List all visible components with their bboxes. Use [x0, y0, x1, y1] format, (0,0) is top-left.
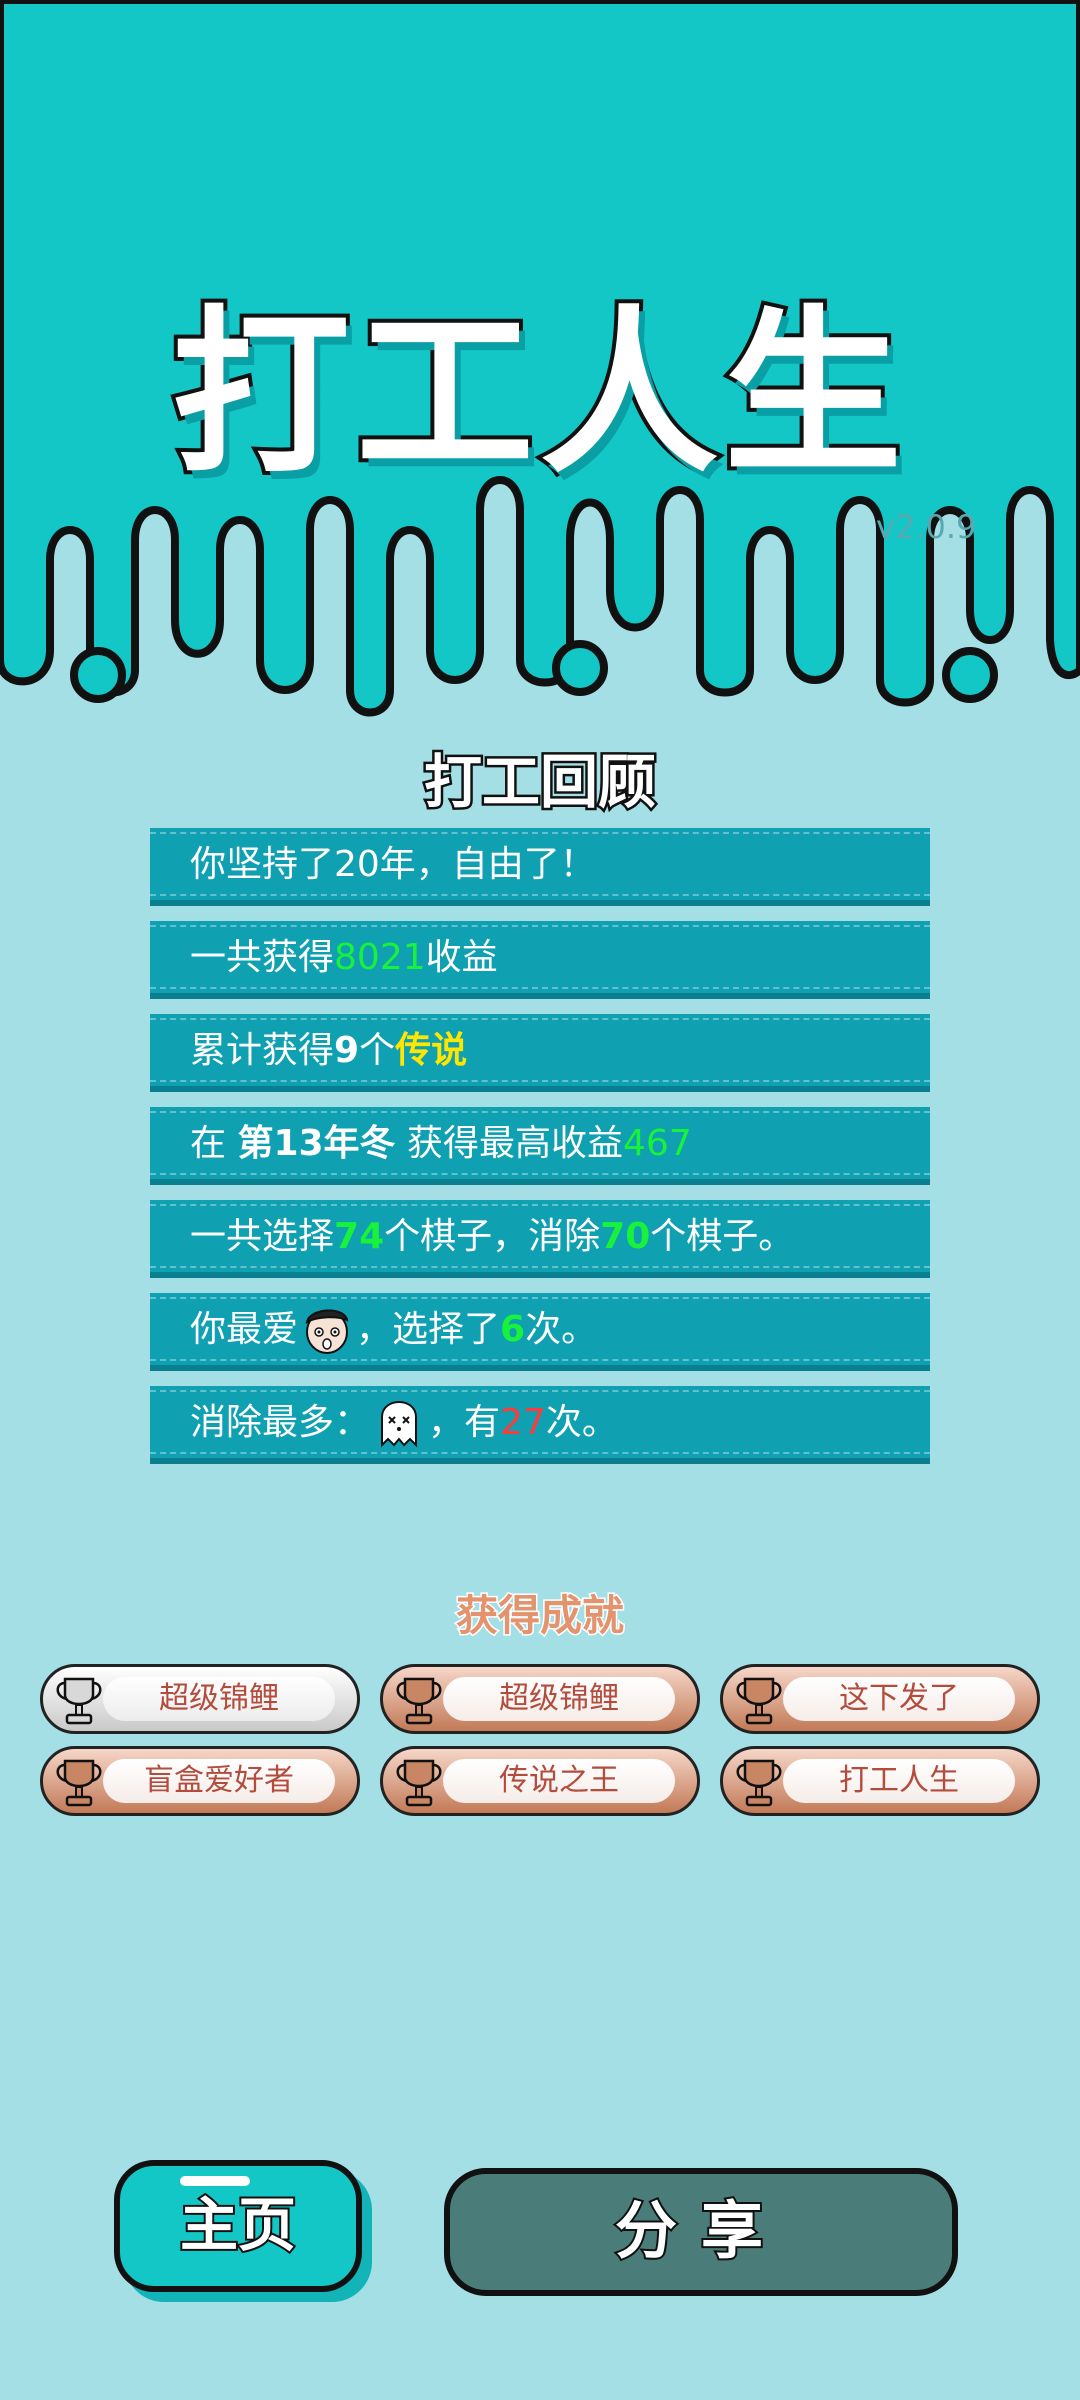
achievement-label: 传说之王 [443, 1759, 675, 1803]
stat-value: 467 [623, 1123, 692, 1164]
stat-value: 74 [334, 1216, 385, 1257]
achievement-label: 打工人生 [783, 1759, 1015, 1803]
stat-text: 一共选择 [190, 1216, 335, 1257]
share-button[interactable]: 分享 [444, 2168, 958, 2296]
stat-value: 8021 [334, 937, 426, 978]
stat-row-income: 一共获得8021收益 [150, 921, 930, 999]
achievement-badge: 超级锦鲤 [40, 1664, 360, 1734]
stat-row-years: 你坚持了20年，自由了！ [150, 828, 930, 906]
stat-text: 累计获得 [190, 1030, 335, 1071]
stat-text: ，有 [428, 1402, 501, 1443]
achievement-label: 超级锦鲤 [443, 1677, 675, 1721]
achievement-badge: 传说之王 [380, 1746, 700, 1816]
stat-text: 在 [190, 1123, 238, 1164]
trophy-icon [396, 1677, 442, 1725]
stat-row-legend: 累计获得9个传说 [150, 1014, 930, 1092]
trophy-icon [56, 1759, 102, 1807]
stat-text: 个 [359, 1030, 396, 1071]
trophy-icon [56, 1677, 102, 1725]
trophy-icon [736, 1759, 782, 1807]
stat-text: 获得最高收益 [395, 1123, 624, 1164]
achievement-label: 这下发了 [783, 1677, 1015, 1721]
stat-text: 一共获得 [190, 937, 335, 978]
review-title: 打工回顾 [421, 746, 658, 819]
stat-text: 个棋子，消除 [384, 1216, 601, 1257]
stat-text: 你坚持了20年，自由了！ [190, 844, 596, 885]
stat-row-favorite: 你最爱 ，选择了6次。 [150, 1293, 930, 1371]
stat-row-most-removed: 消除最多： ，有27次。 [150, 1386, 930, 1464]
achievement-badge: 这下发了 [720, 1664, 1040, 1734]
achievement-label: 盲盒爱好者 [103, 1759, 335, 1803]
achievement-badge: 打工人生 [720, 1746, 1040, 1816]
trophy-icon [396, 1759, 442, 1807]
stat-row-best: 在 第13年冬 获得最高收益467 [150, 1107, 930, 1185]
stat-value: 27 [500, 1402, 546, 1443]
achievement-badge: 超级锦鲤 [380, 1664, 700, 1734]
stat-value: 70 [600, 1216, 651, 1257]
face-icon [305, 1309, 349, 1354]
stat-text: 个棋子。 [650, 1216, 795, 1257]
achievements-title: 获得成就 [454, 1590, 625, 1642]
ghost-icon [381, 1401, 418, 1448]
stat-text: 收益 [425, 937, 498, 978]
stat-text: 次。 [545, 1402, 618, 1443]
home-button[interactable]: 主页 [114, 2160, 362, 2292]
achievement-badge: 盲盒爱好者 [40, 1746, 360, 1816]
legend-tag: 传说 [395, 1030, 468, 1071]
achievement-label: 超级锦鲤 [103, 1677, 335, 1721]
stat-text: 次。 [525, 1309, 598, 1350]
version-label: v2.0.9 [876, 508, 977, 546]
stat-period: 第13年冬 [237, 1123, 396, 1164]
trophy-icon [736, 1677, 782, 1725]
stat-text: ，选择了 [356, 1309, 501, 1350]
stat-text: 消除最多： [190, 1402, 371, 1443]
stat-value: 9 [334, 1030, 360, 1071]
game-title: 打工人生 [168, 286, 908, 501]
stat-text: 你最爱 [190, 1309, 299, 1350]
stat-value: 6 [500, 1309, 526, 1350]
stat-row-pieces: 一共选择74个棋子，消除70个棋子。 [150, 1200, 930, 1278]
